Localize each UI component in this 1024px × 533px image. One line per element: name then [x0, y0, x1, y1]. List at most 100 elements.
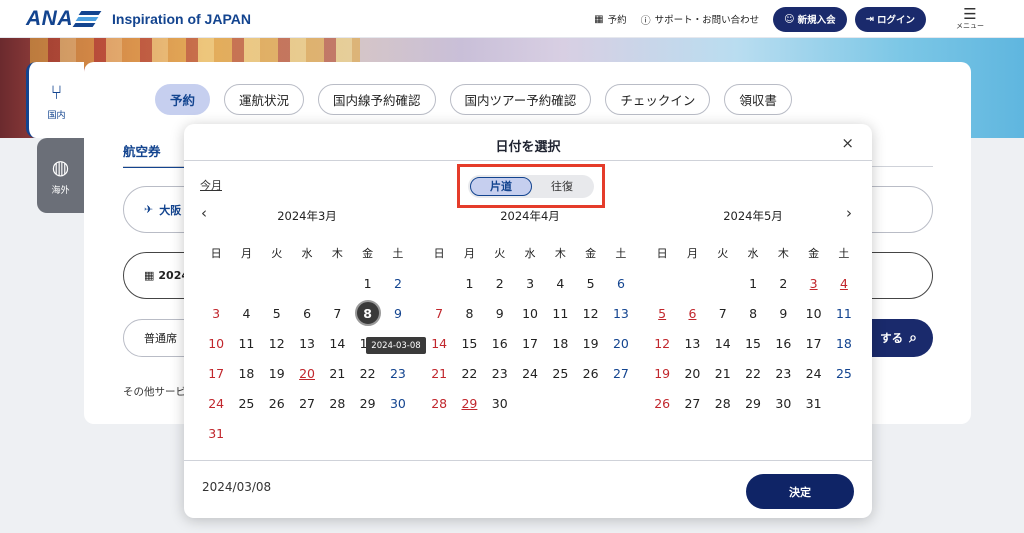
calendar-day[interactable]: 13: [292, 328, 322, 358]
calendar-day[interactable]: 20: [606, 328, 636, 358]
calendar-day[interactable]: 26: [262, 388, 292, 418]
calendar-day[interactable]: 20: [292, 358, 322, 388]
calendar-day[interactable]: 23: [485, 358, 515, 388]
calendar-day[interactable]: 10: [201, 328, 231, 358]
calendar-day[interactable]: 7: [322, 298, 352, 328]
calendar-day[interactable]: 20: [677, 358, 707, 388]
side-tab-domestic[interactable]: ⑂ 国内: [26, 62, 84, 138]
calendar-day[interactable]: 9: [768, 298, 798, 328]
calendar-day[interactable]: 9: [485, 298, 515, 328]
header-link-support[interactable]: ⓘ サポート・お問い合わせ: [641, 12, 760, 27]
calendar-day[interactable]: 21: [708, 358, 738, 388]
calendar-day[interactable]: 27: [677, 388, 707, 418]
calendar-day[interactable]: 10: [798, 298, 828, 328]
calendar-day[interactable]: 6: [292, 298, 322, 328]
calendar-day[interactable]: 25: [829, 358, 859, 388]
calendar-day[interactable]: 29: [454, 388, 484, 418]
calendar-day[interactable]: 27: [606, 358, 636, 388]
one-way-option[interactable]: 片道: [470, 176, 532, 196]
calendar-day[interactable]: 3: [515, 268, 545, 298]
calendar-day[interactable]: 28: [322, 388, 352, 418]
calendar-day[interactable]: 17: [515, 328, 545, 358]
calendar-day[interactable]: 18: [829, 328, 859, 358]
calendar-day[interactable]: 12: [262, 328, 292, 358]
calendar-day[interactable]: 15: [738, 328, 768, 358]
calendar-day[interactable]: 26: [575, 358, 605, 388]
tab-flight-status[interactable]: 運航状況: [224, 84, 305, 115]
calendar-day[interactable]: 23: [768, 358, 798, 388]
calendar-day[interactable]: 18: [231, 358, 261, 388]
calendar-day[interactable]: 16: [485, 328, 515, 358]
calendar-day[interactable]: 6: [606, 268, 636, 298]
calendar-day[interactable]: 25: [231, 388, 261, 418]
calendar-day[interactable]: 7: [424, 298, 454, 328]
calendar-day[interactable]: 2: [383, 268, 413, 298]
calendar-day[interactable]: 29: [352, 388, 382, 418]
calendar-day[interactable]: 8: [738, 298, 768, 328]
calendar-day[interactable]: 8: [352, 298, 382, 328]
calendar-day[interactable]: 15: [454, 328, 484, 358]
login-button[interactable]: ⇥ ログイン: [854, 6, 926, 32]
close-button[interactable]: ×: [841, 134, 854, 152]
calendar-day[interactable]: 2: [485, 268, 515, 298]
tab-domestic-tour-check[interactable]: 国内ツアー予約確認: [449, 84, 592, 115]
calendar-day[interactable]: 11: [231, 328, 261, 358]
tab-checkin[interactable]: チェックイン: [605, 84, 711, 115]
calendar-day[interactable]: 1: [738, 268, 768, 298]
calendar-day[interactable]: 14: [424, 328, 454, 358]
calendar-day[interactable]: 12: [575, 298, 605, 328]
calendar-day[interactable]: 9: [383, 298, 413, 328]
calendar-day[interactable]: 26: [647, 388, 677, 418]
calendar-day[interactable]: 31: [201, 418, 231, 448]
calendar-day[interactable]: 28: [708, 388, 738, 418]
calendar-day[interactable]: 8: [454, 298, 484, 328]
calendar-day[interactable]: 18: [545, 328, 575, 358]
calendar-day[interactable]: 31: [798, 388, 828, 418]
calendar-day[interactable]: 4: [829, 268, 859, 298]
calendar-day[interactable]: 1: [352, 268, 382, 298]
calendar-day[interactable]: 5: [647, 298, 677, 328]
calendar-day[interactable]: 24: [798, 358, 828, 388]
side-tab-international[interactable]: ◍ 海外: [37, 138, 84, 213]
calendar-day[interactable]: 14: [322, 328, 352, 358]
calendar-day[interactable]: 30: [383, 388, 413, 418]
calendar-day[interactable]: 11: [545, 298, 575, 328]
calendar-day[interactable]: 2: [768, 268, 798, 298]
calendar-day[interactable]: 19: [262, 358, 292, 388]
signup-button[interactable]: ☺ 新規入会: [773, 6, 847, 32]
header-link-reservation[interactable]: ▦ 予約: [594, 12, 626, 27]
calendar-day[interactable]: 22: [738, 358, 768, 388]
calendar-day[interactable]: 1: [454, 268, 484, 298]
calendar-day[interactable]: 11: [829, 298, 859, 328]
confirm-button[interactable]: 決定: [746, 474, 854, 509]
calendar-day[interactable]: 21: [322, 358, 352, 388]
ana-logo[interactable]: ANA Inspiration of JAPAN: [26, 7, 251, 31]
tab-receipt[interactable]: 領収書: [724, 84, 792, 115]
calendar-day[interactable]: 22: [454, 358, 484, 388]
calendar-day[interactable]: 22: [352, 358, 382, 388]
calendar-day[interactable]: 12: [647, 328, 677, 358]
calendar-day[interactable]: 24: [515, 358, 545, 388]
calendar-day[interactable]: 6: [677, 298, 707, 328]
menu-button[interactable]: ☰ メニュー: [948, 7, 992, 31]
calendar-day[interactable]: 23: [383, 358, 413, 388]
calendar-day[interactable]: 3: [798, 268, 828, 298]
calendar-day[interactable]: 4: [231, 298, 261, 328]
calendar-day[interactable]: 29: [738, 388, 768, 418]
calendar-day[interactable]: 3: [201, 298, 231, 328]
calendar-day[interactable]: 30: [768, 388, 798, 418]
calendar-day[interactable]: 13: [677, 328, 707, 358]
calendar-day[interactable]: 16: [768, 328, 798, 358]
calendar-day[interactable]: 7: [708, 298, 738, 328]
calendar-day[interactable]: 13: [606, 298, 636, 328]
calendar-day[interactable]: 30: [485, 388, 515, 418]
tab-domestic-booking-check[interactable]: 国内線予約確認: [318, 84, 436, 115]
calendar-day[interactable]: 4: [545, 268, 575, 298]
calendar-day[interactable]: 5: [575, 268, 605, 298]
calendar-day[interactable]: 19: [647, 358, 677, 388]
calendar-day[interactable]: 19: [575, 328, 605, 358]
calendar-day[interactable]: 10: [515, 298, 545, 328]
this-month-link[interactable]: 今月: [200, 177, 222, 193]
calendar-day[interactable]: 14: [708, 328, 738, 358]
calendar-day[interactable]: 17: [798, 328, 828, 358]
